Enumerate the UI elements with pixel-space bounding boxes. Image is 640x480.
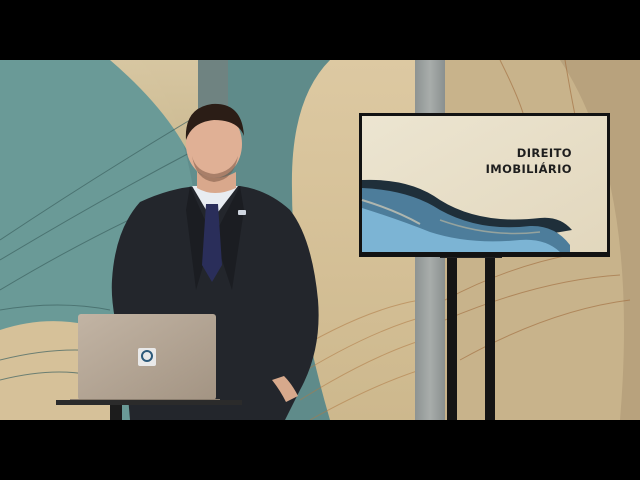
tv-screen-title: DIREITO IMOBILIÁRIO bbox=[462, 145, 572, 177]
tv-title-line1: DIREITO bbox=[516, 146, 572, 160]
desk-leg bbox=[110, 405, 122, 420]
lapel-pin-icon bbox=[238, 210, 246, 215]
tv-stand-left-pole bbox=[447, 256, 457, 420]
video-frame: DIREITO IMOBILIÁRIO bbox=[0, 0, 640, 480]
studio-illustration bbox=[0, 60, 640, 420]
desk-top bbox=[56, 400, 242, 405]
studio-scene bbox=[0, 60, 640, 420]
tv-title-line2: IMOBILIÁRIO bbox=[485, 162, 572, 176]
tv-stand-right-pole bbox=[485, 256, 495, 420]
laptop bbox=[70, 314, 220, 403]
